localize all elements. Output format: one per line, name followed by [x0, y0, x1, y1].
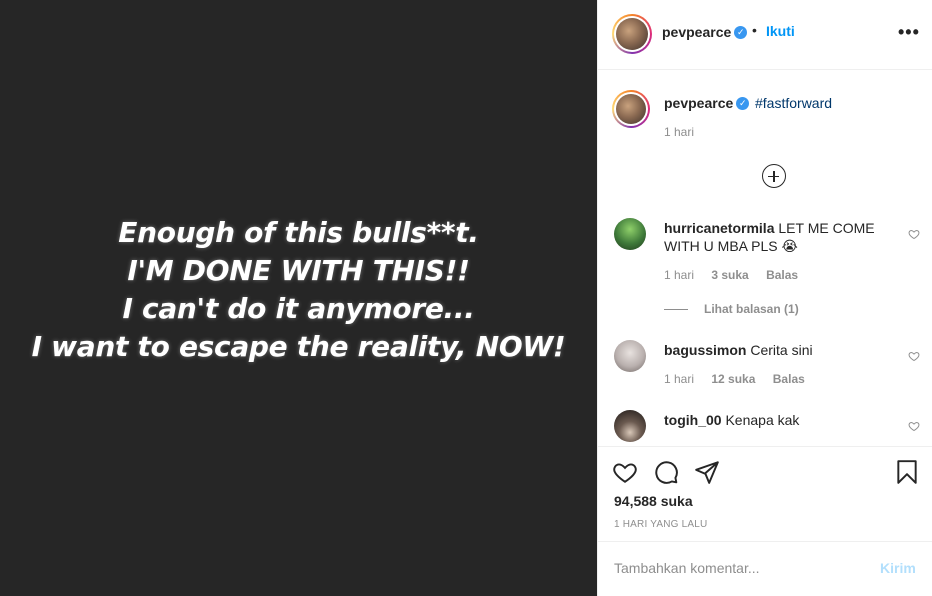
- view-replies-button[interactable]: Lihat balasan (1): [664, 302, 799, 316]
- add-comment-form: Kirim: [598, 541, 932, 596]
- comment-time: 1 hari: [664, 268, 695, 282]
- load-more-comments-icon[interactable]: [762, 164, 786, 188]
- follow-button[interactable]: Ikuti: [766, 23, 795, 39]
- comment-like-icon[interactable]: [908, 420, 920, 432]
- post-media[interactable]: Enough of this bulls**t. I'M DONE WITH T…: [0, 0, 597, 596]
- heart-icon[interactable]: [612, 459, 638, 485]
- view-replies-label[interactable]: Lihat balasan (1): [704, 302, 799, 316]
- comment-avatar[interactable]: [614, 410, 646, 442]
- comment-like-icon[interactable]: [908, 350, 920, 362]
- header-username[interactable]: pevpearce: [662, 24, 731, 40]
- bookmark-icon[interactable]: [894, 459, 920, 485]
- replies-divider: [664, 309, 688, 311]
- caption-avatar[interactable]: [612, 90, 650, 128]
- comment-username[interactable]: hurricanetormila: [664, 220, 774, 236]
- comment-icon[interactable]: [653, 459, 679, 485]
- comment-avatar[interactable]: [614, 218, 646, 250]
- post-comment-button[interactable]: Kirim: [880, 560, 916, 576]
- post-side-panel: pevpearce ✓ • Ikuti ••• pevpearce ✓ #fastf…: [597, 0, 932, 596]
- header-avatar[interactable]: [612, 14, 652, 54]
- comment-meta: 1 hari 3 suka Balas: [664, 268, 812, 282]
- comment-meta: 1 hari 12 suka Balas: [664, 372, 819, 386]
- media-line: Enough of this bulls**t.: [118, 216, 479, 249]
- comment-text: togih_00 Kenapa kak: [664, 411, 884, 429]
- reply-button[interactable]: Balas: [773, 372, 805, 386]
- caption-username-link[interactable]: pevpearce ✓: [664, 95, 750, 111]
- caption-hashtag[interactable]: #fastforward: [755, 95, 832, 111]
- comment-likes[interactable]: 12 suka: [711, 372, 755, 386]
- comment-like-icon[interactable]: [908, 228, 920, 240]
- comment-username[interactable]: togih_00: [664, 412, 722, 428]
- comment-text: bagussimon Cerita sini: [664, 341, 884, 359]
- reply-button[interactable]: Balas: [766, 268, 798, 282]
- comment-username[interactable]: bagussimon: [664, 342, 746, 358]
- media-text: Enough of this bulls**t. I'M DONE WITH T…: [32, 214, 566, 366]
- verified-badge-icon: ✓: [736, 96, 750, 110]
- post-actions: 94,588 suka 1 HARI YANG LALU: [598, 446, 932, 541]
- comment-time: 1 hari: [664, 372, 695, 386]
- media-line: I can't do it anymore...: [122, 292, 475, 325]
- comment-text: hurricanetormila LET ME COME WITH U MBA …: [664, 219, 884, 255]
- header-username-link[interactable]: pevpearce ✓: [662, 24, 748, 40]
- likes-count[interactable]: 94,588 suka: [614, 493, 693, 509]
- separator-dot: •: [752, 22, 757, 38]
- caption-time: 1 hari: [664, 125, 695, 139]
- media-line: I'M DONE WITH THIS!!: [127, 254, 470, 287]
- comment-input[interactable]: [614, 560, 864, 576]
- post-header: pevpearce ✓ • Ikuti •••: [598, 0, 932, 70]
- more-options-icon[interactable]: •••: [898, 22, 920, 42]
- comment-avatar[interactable]: [614, 340, 646, 372]
- comment-likes[interactable]: 3 suka: [711, 268, 748, 282]
- caption-username[interactable]: pevpearce: [664, 95, 733, 111]
- comment-body: Kenapa kak: [725, 412, 800, 428]
- verified-badge-icon: ✓: [734, 25, 748, 39]
- comment-body: Cerita sini: [750, 342, 813, 358]
- share-icon[interactable]: [694, 459, 720, 485]
- media-line: I want to escape the reality, NOW!: [31, 330, 566, 363]
- post-date: 1 HARI YANG LALU: [614, 519, 708, 530]
